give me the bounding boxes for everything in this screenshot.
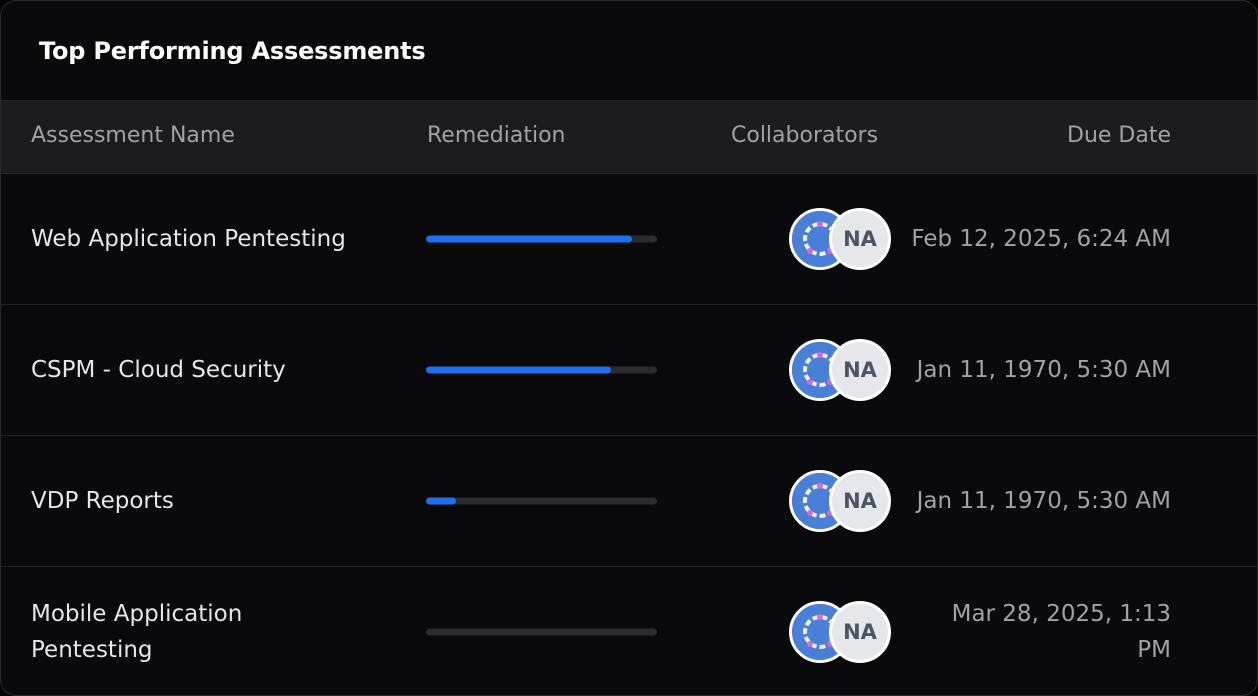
remediation-progress-fill (426, 235, 632, 243)
due-date: Feb 12, 2025, 6:24 AM (911, 226, 1171, 252)
table-body: Web Application Pentesting NA Feb 12, 20… (1, 174, 1257, 695)
collaborators-group[interactable]: NA (789, 601, 893, 663)
table-row[interactable]: CSPM - Cloud Security NA Jan 11, 1970, 5… (1, 305, 1257, 436)
collaborators-group[interactable]: NA (789, 339, 893, 401)
card-title: Top Performing Assessments (39, 36, 426, 65)
assessment-name[interactable]: Web Application Pentesting (31, 221, 371, 257)
column-header-due-date[interactable]: Due Date (1067, 123, 1171, 148)
collaborators-group[interactable]: NA (789, 470, 893, 532)
table-row[interactable]: Mobile Application Pentesting NA Mar 28,… (1, 567, 1257, 695)
remediation-progress-bar (426, 235, 657, 243)
column-header-remediation[interactable]: Remediation (427, 123, 566, 148)
assessment-name[interactable]: VDP Reports (31, 483, 371, 519)
remediation-progress-bar (426, 366, 657, 374)
table-row[interactable]: VDP Reports NA Jan 11, 1970, 5:30 AM (1, 436, 1257, 567)
remediation-progress-bar (426, 497, 657, 505)
avatar-initials[interactable]: NA (829, 339, 891, 401)
due-date: Jan 11, 1970, 5:30 AM (916, 488, 1171, 514)
remediation-progress-bar (426, 628, 657, 636)
remediation-progress-fill (426, 497, 457, 505)
avatar-initials[interactable]: NA (829, 470, 891, 532)
collaborators-group[interactable]: NA (789, 208, 893, 270)
table-header: Assessment Name Remediation Collaborator… (1, 101, 1257, 174)
assessment-name[interactable]: CSPM - Cloud Security (31, 352, 371, 388)
table-row[interactable]: Web Application Pentesting NA Feb 12, 20… (1, 174, 1257, 305)
due-date: Jan 11, 1970, 5:30 AM (916, 357, 1171, 383)
avatar-initials[interactable]: NA (829, 601, 891, 663)
due-date: Mar 28, 2025, 1:13 PM (951, 601, 1171, 663)
assessment-name[interactable]: Mobile Application Pentesting (31, 596, 371, 668)
avatar-initials[interactable]: NA (829, 208, 891, 270)
remediation-progress-fill (426, 366, 611, 374)
column-header-assessment-name[interactable]: Assessment Name (31, 123, 235, 148)
card-header: Top Performing Assessments (1, 1, 1257, 101)
column-header-collaborators[interactable]: Collaborators (731, 123, 878, 148)
top-assessments-card: Top Performing Assessments Assessment Na… (0, 0, 1258, 696)
